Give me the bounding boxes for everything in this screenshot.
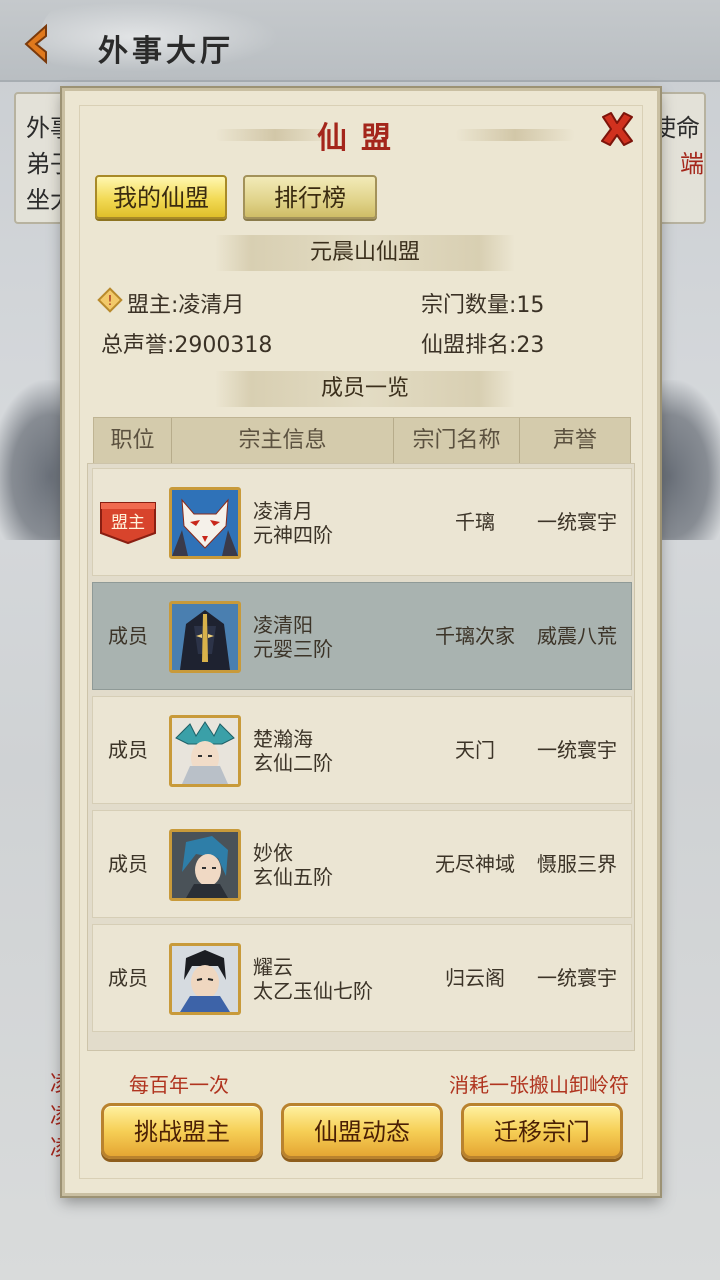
dialog-header: 仙盟 [65, 113, 657, 157]
reputation: 一统寰宇 [537, 738, 617, 762]
member-name: 凌清阳 [253, 613, 313, 637]
member-position: 成员 [108, 966, 148, 990]
avatar[interactable] [169, 601, 241, 673]
alliance-dialog: 仙盟 我的仙盟 排行榜 元晨山仙盟 ! 盟主:凌清月 宗门数量:15 总声誉:2… [62, 88, 660, 1196]
close-button[interactable] [597, 109, 637, 149]
total-reputation: 总声誉:2900318 [101, 333, 273, 358]
column-header: 声誉 [552, 428, 597, 453]
member-name: 楚瀚海 [253, 727, 313, 751]
member-rank: 元神四阶 [253, 523, 333, 547]
dialog-title: 仙盟 [317, 121, 405, 156]
back-button[interactable] [14, 22, 58, 66]
members-title: 成员一览 [215, 371, 515, 407]
member-rank: 玄仙二阶 [253, 751, 333, 775]
black-hair-avatar-icon [172, 946, 238, 1012]
reputation: 一统寰宇 [537, 510, 617, 534]
member-info: 耀云 太乙玉仙七阶 [253, 955, 373, 1003]
migrate-note: 消耗一张搬山卸岭符 [449, 1073, 629, 1097]
table-row[interactable]: 成员 耀云 太乙玉仙七阶 归云阁 一统寰宇 [92, 924, 632, 1032]
member-name: 妙依 [253, 841, 293, 865]
table-row[interactable]: 成员 妙依 玄仙五阶 无尽神域 慑服三界 [92, 810, 632, 918]
migrate-sect-button[interactable]: 迁移宗门 [461, 1103, 623, 1159]
leader-diamond-icon: ! [97, 287, 123, 313]
member-info: 妙依 玄仙五阶 [253, 841, 333, 889]
member-name: 耀云 [253, 955, 293, 979]
leader-badge-label: 盟主 [111, 513, 145, 533]
member-rank: 太乙玉仙七阶 [253, 979, 373, 1003]
alliance-news-button[interactable]: 仙盟动态 [281, 1103, 443, 1159]
tab-my-alliance[interactable]: 我的仙盟 [95, 175, 227, 219]
column-header: 宗主信息 [172, 418, 394, 464]
fox-mask-avatar-icon [172, 490, 238, 556]
column-header: 职位 [94, 418, 172, 464]
avatar[interactable] [169, 487, 241, 559]
dragon-crown-avatar-icon [172, 718, 238, 784]
top-bar: 外事大厅 [0, 0, 720, 82]
member-name: 凌清月 [253, 499, 313, 523]
notice-line: 端 [680, 150, 704, 178]
member-position: 成员 [108, 852, 148, 876]
avatar[interactable] [169, 715, 241, 787]
masked-warrior-avatar-icon [172, 604, 238, 670]
table-row[interactable]: 成员 凌清阳 元婴三阶 千璃次家 威震八荒 [92, 582, 632, 690]
member-position: 成员 [108, 624, 148, 648]
svg-text:!: ! [107, 294, 112, 309]
reputation: 威震八荒 [537, 624, 617, 648]
alliance-rank: 仙盟排名:23 [421, 333, 545, 358]
alliance-name: 元晨山仙盟 [215, 235, 515, 271]
avatar[interactable] [169, 829, 241, 901]
sect-count: 宗门数量:15 [421, 293, 545, 318]
reputation: 慑服三界 [537, 852, 617, 876]
table-row[interactable]: 盟主 凌清月 元神四阶 千璃 一统寰宇 [92, 468, 632, 576]
member-position: 成员 [108, 738, 148, 762]
close-icon [601, 112, 633, 146]
member-rank: 元婴三阶 [253, 637, 333, 661]
avatar[interactable] [169, 943, 241, 1015]
back-arrow-icon [24, 23, 47, 65]
leader-badge-icon: 盟主 [100, 502, 156, 545]
member-info: 楚瀚海 玄仙二阶 [253, 727, 333, 775]
table-header: 职位 宗主信息 宗门名称 声誉 [93, 417, 631, 465]
challenge-leader-button[interactable]: 挑战盟主 [101, 1103, 263, 1159]
member-info: 凌清阳 元婴三阶 [253, 613, 333, 661]
reputation: 一统寰宇 [537, 966, 617, 990]
member-info: 凌清月 元神四阶 [253, 499, 333, 547]
leader-info: 盟主:凌清月 [127, 293, 245, 318]
member-list[interactable]: 盟主 凌清月 元神四阶 千璃 一统寰宇 成员 凌清阳 元婴三阶 千璃次家 威震八… [87, 463, 635, 1051]
member-rank: 玄仙五阶 [253, 865, 333, 889]
table-row[interactable]: 成员 楚瀚海 玄仙二阶 天门 一统寰宇 [92, 696, 632, 804]
page-title: 外事大厅 [98, 34, 234, 69]
tab-ranking[interactable]: 排行榜 [243, 175, 377, 219]
column-header: 宗门名称 [394, 418, 520, 464]
blue-hair-avatar-icon [172, 832, 238, 898]
challenge-note: 每百年一次 [129, 1073, 229, 1097]
